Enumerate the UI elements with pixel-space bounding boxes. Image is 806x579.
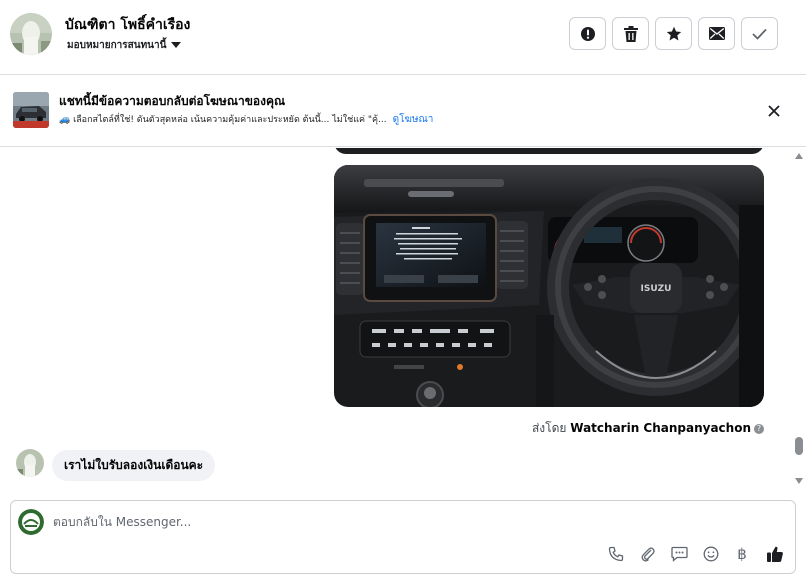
assign-label: มอบหมายการสนทนานี้ [67, 40, 167, 51]
assign-conversation-dropdown[interactable]: มอบหมายการสนทนานี้ [67, 38, 182, 53]
incoming-sender-avatar[interactable] [16, 449, 44, 477]
call-button[interactable] [605, 543, 627, 565]
ad-preview-line: 🚙 เลือกสไตล์ที่ใช่! ดันตัวสุดหล่อ เน้นคว… [59, 112, 433, 127]
sent-by-label: ส่งโดย Watcharin Chanpanyachon? [532, 419, 764, 438]
steering-badge: ISUZU [641, 284, 672, 294]
mark-unread-button[interactable] [698, 17, 735, 50]
thumbs-up-icon [767, 546, 783, 562]
ad-thumbnail[interactable] [13, 92, 49, 128]
caret-down-icon [171, 42, 182, 48]
contact-name[interactable]: บัณฑิตา โพธิ์คำเรือง [65, 14, 190, 36]
thread-scrollbar[interactable] [792, 148, 806, 488]
paperclip-icon [641, 547, 655, 562]
delete-button[interactable] [612, 17, 649, 50]
mark-spam-button[interactable] [569, 17, 606, 50]
incoming-message-bubble[interactable]: เราไม่ใบรับลองเงินเดือนคะ [52, 450, 216, 481]
sender-name[interactable]: Watcharin Chanpanyachon [570, 421, 751, 435]
sent-by-prefix: ส่งโดย [531, 421, 567, 435]
baht-icon: ฿ [737, 545, 747, 563]
contact-avatar[interactable] [10, 13, 52, 55]
message-thread: ISUZU ส่งโดย Watcharin Chanpanyachon? เร… [0, 148, 806, 498]
attach-button[interactable] [637, 543, 659, 565]
scroll-down-arrow-icon[interactable] [795, 478, 803, 484]
trash-icon [623, 25, 638, 42]
checkmark-icon [752, 28, 767, 40]
saved-replies-button[interactable] [668, 543, 690, 565]
conversation-header: บัณฑิตา โพธิ์คำเรือง มอบหมายการสนทนานี้ [0, 0, 806, 75]
reply-composer: ฿ [10, 500, 796, 574]
ad-reply-banner: แชทนี้มีข้อความตอบกลับต่อโฆษณาของคุณ 🚙 เ… [0, 75, 806, 147]
payment-button[interactable]: ฿ [731, 543, 753, 565]
page-avatar [18, 509, 44, 535]
envelope-icon [708, 27, 725, 40]
car-interior-image[interactable]: ISUZU [334, 165, 764, 407]
exclamation-icon [580, 26, 595, 41]
emoji-button[interactable] [700, 543, 722, 565]
close-banner-button[interactable] [762, 99, 786, 123]
messenger-conversation: บัณฑิตา โพธิ์คำเรือง มอบหมายการสนทนานี้ [0, 0, 806, 579]
scrollbar-thumb[interactable] [795, 437, 803, 455]
emoji-icon [703, 546, 719, 562]
info-icon[interactable]: ? [754, 423, 764, 434]
close-icon [768, 105, 780, 117]
previous-image-attachment[interactable] [334, 148, 764, 154]
star-icon [666, 26, 681, 40]
view-ad-link[interactable]: ดูโฆษณา [393, 114, 434, 125]
scroll-up-arrow-icon[interactable] [795, 153, 803, 159]
phone-icon [608, 546, 624, 562]
star-button[interactable] [655, 17, 692, 50]
mark-done-button[interactable] [741, 17, 778, 50]
chat-icon [670, 546, 688, 562]
like-button[interactable] [764, 543, 786, 565]
ad-preview-text: 🚙 เลือกสไตล์ที่ใช่! ดันตัวสุดหล่อ เน้นคว… [59, 115, 387, 125]
reply-input[interactable] [53, 510, 613, 534]
ad-banner-title: แชทนี้มีข้อความตอบกลับต่อโฆษณาของคุณ [59, 94, 286, 108]
